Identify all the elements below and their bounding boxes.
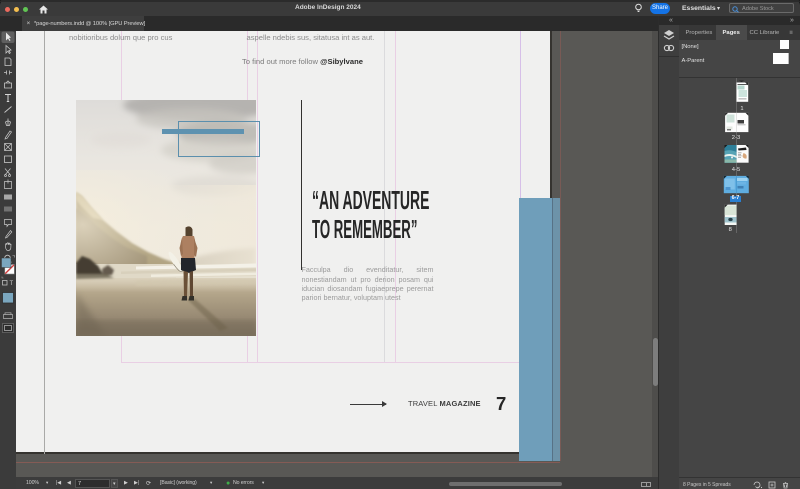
svg-text:T: T xyxy=(10,281,14,287)
